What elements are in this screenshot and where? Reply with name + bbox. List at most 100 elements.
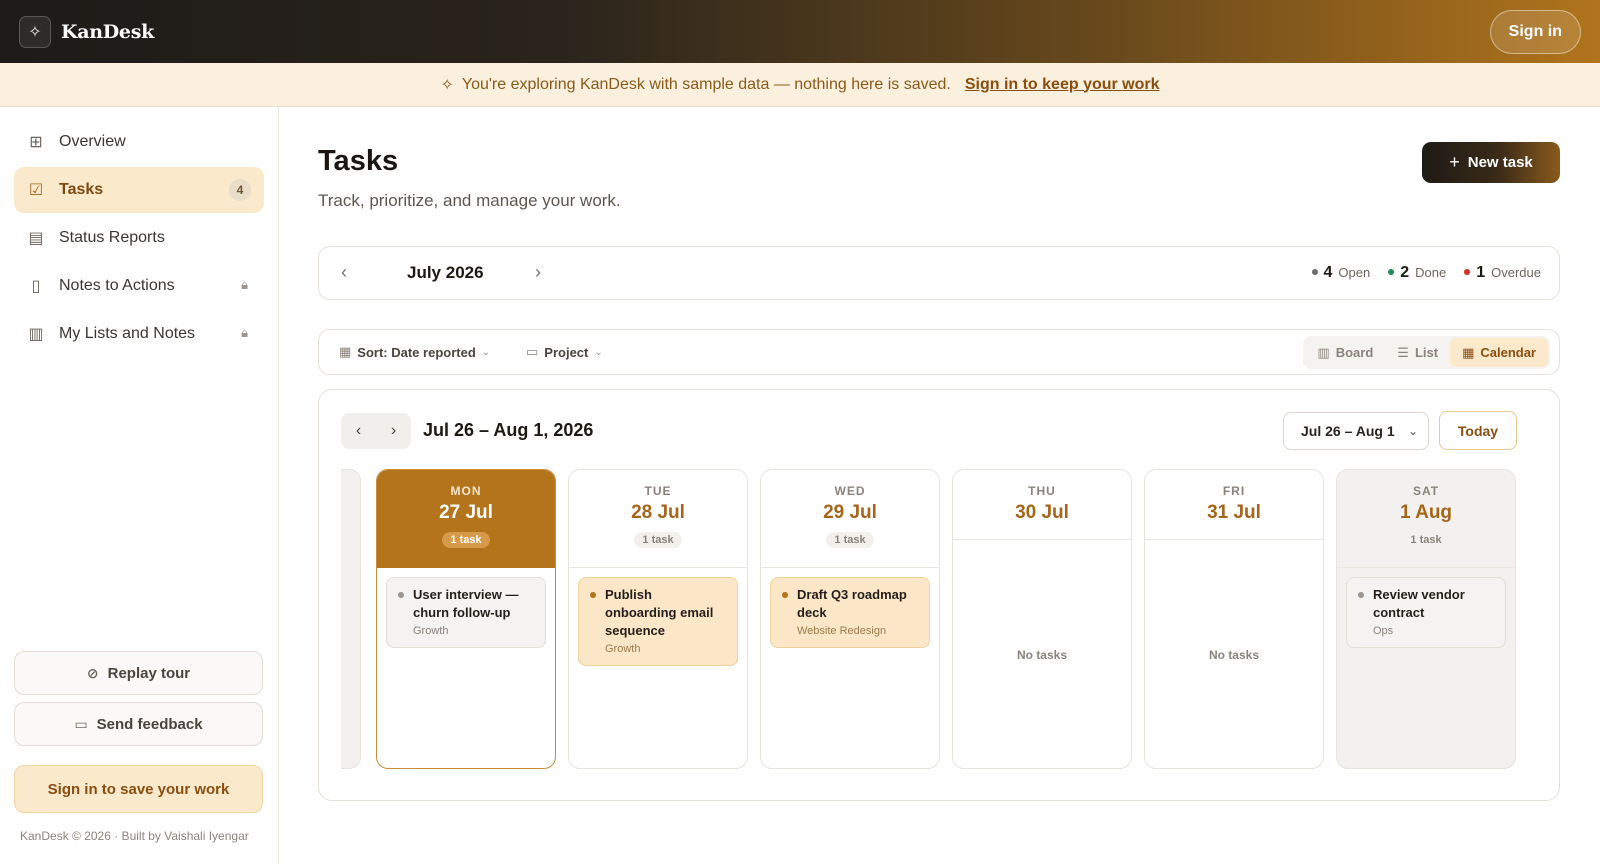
banner-sign-in-link[interactable]: Sign in to keep your work — [965, 76, 1160, 94]
sidebar-item-label: Status Reports — [59, 229, 165, 246]
task-project: Ops — [1373, 625, 1394, 637]
status-dot — [1388, 269, 1395, 275]
task-title: Draft Q3 roadmap deck — [797, 587, 907, 620]
week-days: MON 27 Jul 1 task User interview — churn… — [341, 469, 1517, 769]
day-date: 29 Jul — [823, 502, 877, 523]
sort-dropdown[interactable]: ▦ Sort: Date reported ⌄ — [339, 344, 490, 360]
sidebar-item-tasks[interactable]: ☑ Tasks 4 — [14, 167, 264, 213]
send-feedback-button[interactable]: ▭ Send feedback — [14, 702, 263, 746]
day-date: 28 Jul — [631, 502, 685, 523]
day-column-tue: TUE 28 Jul 1 task Publish onboarding ema… — [568, 469, 748, 769]
week-label: Jul 26 – Aug 1, 2026 — [423, 420, 594, 440]
stat-count: 2 — [1400, 264, 1410, 281]
sidebar-item-label: Tasks — [59, 181, 104, 198]
no-tasks-label: No tasks — [1208, 648, 1260, 662]
banner-text: You're exploring KanDesk with sample dat… — [461, 75, 951, 93]
new-task-label: New task — [1467, 154, 1533, 171]
brand-name: KanDesk — [61, 20, 154, 43]
file-icon: ▯ — [31, 278, 41, 295]
day-date: 1 Aug — [1399, 502, 1453, 523]
top-navbar: ✧ KanDesk Sign in — [0, 0, 1600, 63]
sidebar-item-overview[interactable]: ⊞ Overview — [14, 119, 264, 165]
day-column-mon: MON 27 Jul 1 task User interview — churn… — [376, 469, 556, 769]
lock-icon: 🔒︎ — [241, 277, 248, 292]
grid-icon: ⊞ — [29, 134, 43, 151]
footer-credit: KanDesk © 2026 · Built by Vaishali Iyeng… — [20, 829, 249, 843]
day-header: FRI 31 Jul — [1145, 470, 1323, 540]
previous-day-column — [341, 469, 361, 769]
chevron-right-icon[interactable]: › — [535, 262, 541, 283]
day-header: TUE 28 Jul 1 task — [569, 470, 747, 568]
view-calendar-button[interactable]: ▦ Calendar — [1450, 338, 1548, 367]
day-of-week: TUE — [644, 484, 672, 498]
project-filter[interactable]: ▭ Project ⌄ — [526, 344, 603, 360]
day-task-count: 1 task — [826, 532, 874, 548]
sidebar-item-notes-to-actions[interactable]: ▯ Notes to Actions 🔒︎ — [14, 263, 264, 309]
tasks-count-badge: 4 — [229, 179, 251, 201]
task-title: Review vendor contract — [1373, 587, 1465, 620]
send-feedback-label: Send feedback — [96, 715, 203, 733]
task-status-dot — [1358, 592, 1364, 598]
task-title: Publish onboarding email sequence — [605, 587, 714, 638]
sign-in-save-button[interactable]: Sign in to save your work — [14, 765, 263, 813]
sidebar: ⊞ Overview ☑ Tasks 4 ▤ Status Reports ▯ … — [0, 107, 279, 864]
sidebar-item-status-reports[interactable]: ▤ Status Reports — [14, 215, 264, 261]
clipboard-icon: ▥ — [28, 326, 44, 343]
day-column-wed: WED 29 Jul 1 task Draft Q3 roadmap deck … — [760, 469, 940, 769]
view-switcher: ▥ Board ☰ List ▦ Calendar — [1303, 336, 1550, 369]
day-column-fri: FRI 31 Jul No tasks — [1144, 469, 1324, 769]
task-card[interactable]: Review vendor contract Ops — [1346, 577, 1506, 648]
today-button[interactable]: Today — [1439, 411, 1517, 450]
view-label: List — [1414, 345, 1439, 360]
stat-done: 2 Done — [1388, 264, 1446, 282]
task-card[interactable]: User interview — churn follow-up Growth — [386, 577, 546, 648]
page-title: Tasks — [318, 145, 399, 177]
chevron-down-icon: ⌄ — [594, 346, 603, 358]
day-column-sat: SAT 1 Aug 1 task Review vendor contract … — [1336, 469, 1516, 769]
page-subtitle: Track, prioritize, and manage your work. — [318, 191, 621, 210]
lock-icon: 🔒︎ — [241, 325, 248, 340]
chevron-left-icon[interactable]: ‹ — [341, 262, 347, 283]
stat-label: Open — [1338, 265, 1371, 280]
day-of-week: THU — [1028, 484, 1056, 498]
new-task-button[interactable]: + New task — [1422, 142, 1560, 183]
no-tasks-label: No tasks — [1016, 648, 1068, 662]
list-icon: ☰ — [1397, 344, 1409, 360]
stat-open: 4 Open — [1311, 264, 1371, 282]
task-project: Growth — [413, 625, 449, 637]
month-label: July 2026 — [407, 263, 484, 282]
day-of-week: MON — [450, 484, 482, 498]
replay-tour-button[interactable]: ⊘ Replay tour — [14, 651, 263, 695]
task-status-dot — [782, 592, 788, 598]
status-dot — [1311, 269, 1318, 275]
day-task-count: 1 task — [634, 532, 682, 548]
sort-label: Sort: Date reported — [357, 344, 476, 360]
day-of-week: SAT — [1412, 484, 1440, 498]
compass-icon: ⊘ — [86, 664, 99, 681]
sidebar-item-my-lists[interactable]: ▥ My Lists and Notes 🔒︎ — [14, 311, 264, 357]
chevron-down-icon: ⌄ — [481, 346, 491, 358]
view-list-button[interactable]: ☰ List — [1385, 338, 1450, 367]
folder-icon: ▭ — [526, 344, 539, 359]
main-content: Tasks Track, prioritize, and manage your… — [280, 107, 1600, 864]
brand[interactable]: ✧ KanDesk — [19, 15, 154, 48]
view-board-button[interactable]: ▥ Board — [1305, 338, 1385, 367]
task-project: Website Redesign — [797, 625, 887, 637]
task-toolbar: ▦ Sort: Date reported ⌄ ▭ Project ⌄ ▥ Bo… — [318, 329, 1560, 375]
chat-icon: ▭ — [74, 715, 88, 732]
week-range-select[interactable]: Jul 26 – Aug 1 ⌄ — [1283, 412, 1429, 450]
chevron-right-icon[interactable]: › — [391, 422, 396, 440]
task-card[interactable]: Draft Q3 roadmap deck Website Redesign — [770, 577, 930, 648]
day-header: WED 29 Jul 1 task — [761, 470, 939, 568]
board-icon: ▥ — [1317, 344, 1330, 360]
chevron-left-icon[interactable]: ‹ — [356, 422, 361, 440]
plus-icon: + — [1449, 152, 1460, 172]
sign-in-button[interactable]: Sign in — [1489, 9, 1581, 54]
task-card[interactable]: Publish onboarding email sequence Growth — [578, 577, 738, 666]
stat-count: 1 — [1476, 264, 1486, 281]
replay-tour-label: Replay tour — [107, 664, 191, 682]
chevron-down-icon: ⌄ — [1407, 424, 1418, 438]
sidebar-item-label: Notes to Actions — [59, 277, 175, 294]
checkbox-icon: ☑ — [28, 182, 44, 199]
day-header: THU 30 Jul — [953, 470, 1131, 540]
